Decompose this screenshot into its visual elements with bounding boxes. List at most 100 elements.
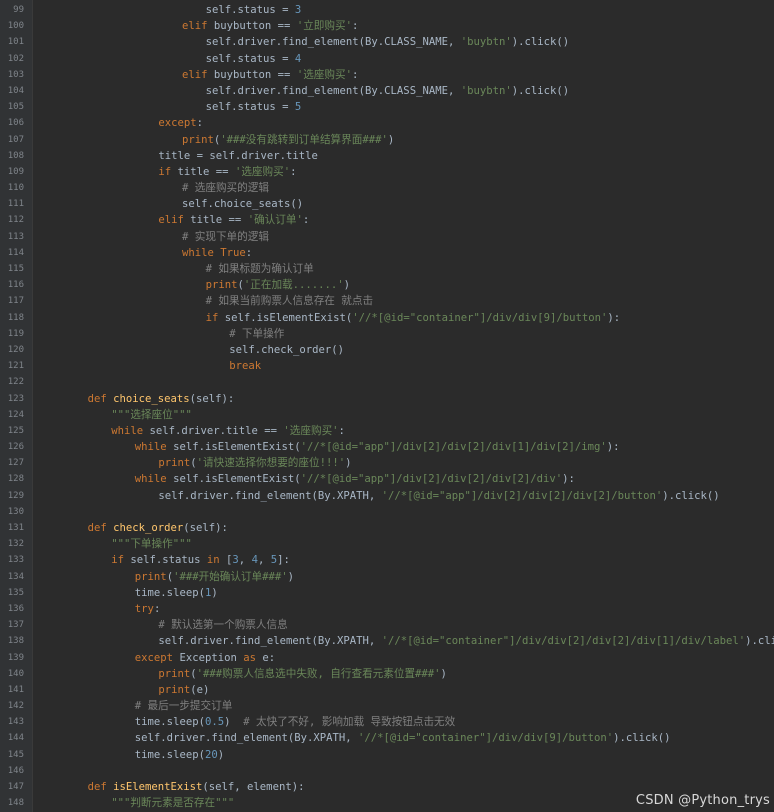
line-number: 121 <box>7 361 24 372</box>
code-line[interactable]: 135 time.sleep(1) <box>8 585 774 601</box>
code-line[interactable]: 124 """选择座位""" <box>8 407 774 423</box>
code-line[interactable]: 121 break <box>8 358 774 374</box>
code-token: '//*[@id="app"]/div[2]/div[2]/div[1]/div… <box>300 441 607 454</box>
code-line[interactable]: 128 while self.isElementExist('//*[@id="a… <box>8 471 774 487</box>
code-line[interactable]: 134 print('###开始确认订单###') <box>8 569 774 585</box>
code-line[interactable]: 112 elif title == '确认订单': <box>8 212 774 228</box>
code-line[interactable]: 110 # 选座购买的逻辑 <box>8 180 774 196</box>
code-line[interactable]: 142 # 最后一步提交订单 <box>8 698 774 714</box>
code-line[interactable]: 105 self.status = 5 <box>8 99 774 115</box>
code-token: e: <box>262 651 276 664</box>
code-token: # 太快了不好, 影响加载 导致按钮点击无效 <box>243 716 456 729</box>
code-line[interactable]: 141 print(e) <box>8 682 774 698</box>
code-line[interactable]: 123 def choice_seats(self): <box>8 391 774 407</box>
code-line[interactable]: 120 self.check_order() <box>8 342 774 358</box>
code-line[interactable]: 133 if self.status in [3, 4, 5]: <box>8 552 774 568</box>
code-line[interactable]: 102 self.status = 4 <box>8 51 774 67</box>
code-token: ) <box>387 133 395 146</box>
code-line[interactable]: 107 print('###没有跳转到订单结算界面###') <box>8 132 774 148</box>
code-token: : <box>351 68 359 81</box>
code-line[interactable]: 144 self.driver.find_element(By.XPATH, '/… <box>8 730 774 746</box>
code-token: while <box>134 473 174 486</box>
line-number: 101 <box>7 37 24 48</box>
code-line[interactable]: 117 # 如果当前购票人信息存在 就点击 <box>8 293 774 309</box>
code-line[interactable]: 109 if title == '选座购买': <box>8 164 774 180</box>
line-number: 141 <box>7 684 24 695</box>
code-line[interactable]: 103 elif buybutton == '选座购买': <box>8 67 774 83</box>
code-line[interactable]: 122 <box>8 374 774 390</box>
line-number: 138 <box>7 636 24 647</box>
code-line[interactable]: 101 self.driver.find_element(By.CLASS_NAM… <box>8 34 774 50</box>
code-line[interactable]: 106 except: <box>8 115 774 131</box>
code-text: self.driver.find_element(By.XPATH, '//*[… <box>158 633 774 649</box>
code-line[interactable]: 143 time.sleep(0.5) # 太快了不好, 影响加载 导致按钮点击无… <box>8 714 774 730</box>
code-line[interactable]: 131 def check_order(self): <box>8 520 774 536</box>
code-line[interactable]: 139 except Exception as e: <box>8 650 774 666</box>
code-line[interactable]: 114 while True: <box>8 245 774 261</box>
code-token: ) <box>224 716 244 729</box>
code-token: except <box>158 117 197 130</box>
code-token: try <box>134 602 154 615</box>
code-text: while self.driver.title == '选座购买': <box>111 423 345 439</box>
code-line[interactable]: 111 self.choice_seats() <box>8 196 774 212</box>
code-token: self.check_order() <box>229 343 344 356</box>
code-text: self.choice_seats() <box>182 196 303 212</box>
line-number: 120 <box>7 344 24 355</box>
code-line[interactable]: 113 # 实现下单的逻辑 <box>8 229 774 245</box>
code-token: 'buybtn' <box>460 84 512 97</box>
code-line[interactable]: 130 <box>8 504 774 520</box>
code-line[interactable]: 146 <box>8 763 774 779</box>
code-area[interactable]: 99 self.status = 3 100 elif buybutton == '立… <box>8 2 774 811</box>
code-token: self.status <box>130 554 207 567</box>
code-token: self.isElementExist( <box>173 441 301 454</box>
code-token: '选座购买' <box>283 424 339 437</box>
line-number: 118 <box>7 312 24 323</box>
code-text: elif buybutton == '选座购买': <box>182 67 358 83</box>
code-token: : <box>338 424 345 437</box>
code-token: '确认订单' <box>247 214 303 227</box>
code-token: ).click() <box>613 732 671 745</box>
code-line[interactable]: 115 # 如果标题为确认订单 <box>8 261 774 277</box>
code-line[interactable]: 116 print('正在加载.......') <box>8 277 774 293</box>
code-line[interactable]: 129 self.driver.find_element(By.XPATH, '/… <box>8 488 774 504</box>
code-text: """下单操作""" <box>111 536 192 552</box>
line-number: 145 <box>7 749 24 760</box>
code-line[interactable]: 119 # 下单操作 <box>8 326 774 342</box>
code-line[interactable]: 108 title = self.driver.title <box>8 148 774 164</box>
code-line[interactable]: 138 self.driver.find_element(By.XPATH, '/… <box>8 633 774 649</box>
code-line[interactable]: 132 """下单操作""" <box>8 536 774 552</box>
code-token: ).click() <box>511 84 570 97</box>
code-line[interactable]: 137 # 默认选第一个购票人信息 <box>8 617 774 633</box>
code-line[interactable]: 127 print('请快速选择你想要的座位!!!') <box>8 455 774 471</box>
code-line[interactable]: 100 elif buybutton == '立即购买': <box>8 18 774 34</box>
line-number: 144 <box>7 733 24 744</box>
code-line[interactable]: 126 while self.isElementExist('//*[@id="a… <box>8 439 774 455</box>
code-text: time.sleep(20) <box>135 747 224 763</box>
code-text: elif buybutton == '立即购买': <box>182 18 358 34</box>
code-token: ) <box>343 279 351 292</box>
code-token: # 如果标题为确认订单 <box>205 263 314 275</box>
code-line[interactable]: 118 if self.isElementExist('//*[@id="cont… <box>8 310 774 326</box>
code-text: while self.isElementExist('//*[@id="app"… <box>135 439 620 455</box>
code-editor[interactable]: 99 self.status = 3 100 elif buybutton == '立… <box>0 0 774 812</box>
line-number: 100 <box>7 21 24 32</box>
code-token: 5 <box>294 101 302 114</box>
code-text: """选择座位""" <box>111 407 192 423</box>
code-token: def <box>87 781 114 793</box>
code-text: print('###购票人信息选中失败, 自行查看元素位置###') <box>158 666 447 682</box>
code-line[interactable]: 140 print('###购票人信息选中失败, 自行查看元素位置###') <box>8 666 774 682</box>
code-line[interactable]: 125 while self.driver.title == '选座购买': <box>8 423 774 439</box>
code-token: self.choice_seats() <box>182 198 304 211</box>
code-token: '选座购买' <box>234 165 291 178</box>
code-line[interactable]: 104 self.driver.find_element(By.CLASS_NAM… <box>8 83 774 99</box>
code-line[interactable]: 145 time.sleep(20) <box>8 747 774 763</box>
code-line[interactable]: 99 self.status = 3 <box>13 2 774 18</box>
code-token: '立即购买' <box>296 20 352 33</box>
code-token: ) <box>287 570 295 583</box>
code-token: title == <box>190 214 248 227</box>
code-text: # 如果标题为确认订单 <box>206 261 314 277</box>
line-number: 142 <box>7 701 24 712</box>
code-line[interactable]: 136 try: <box>8 601 774 617</box>
line-number: 143 <box>7 717 24 728</box>
line-number: 115 <box>7 264 24 274</box>
